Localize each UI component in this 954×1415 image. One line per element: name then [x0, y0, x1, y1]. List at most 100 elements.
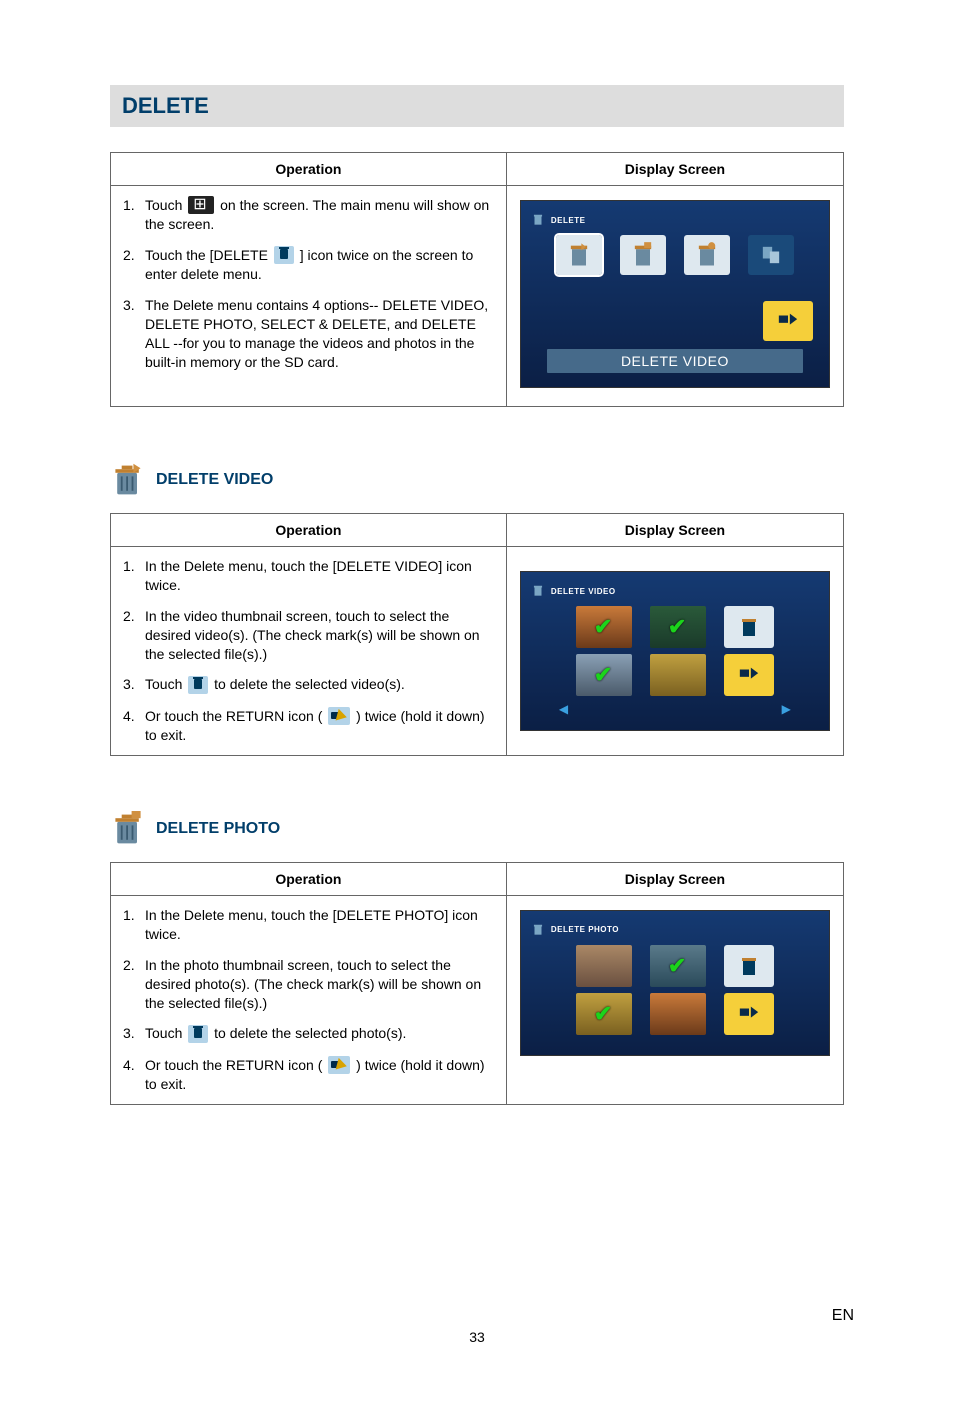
- trash-icon: [531, 213, 545, 227]
- select-delete-tile[interactable]: [684, 235, 730, 275]
- delete-operation-cell: 1. Touch on the screen. The main menu wi…: [111, 186, 507, 407]
- col-operation: Operation: [111, 514, 507, 547]
- screen-header: DELETE PHOTO: [531, 921, 819, 939]
- trash-video-icon: [110, 462, 146, 498]
- screen-caption: DELETE VIDEO: [547, 349, 803, 373]
- subheading-text: DELETE VIDEO: [156, 471, 273, 489]
- delete-photo-tile[interactable]: [620, 235, 666, 275]
- delete-video-tile[interactable]: [556, 235, 602, 275]
- photo-thumbnail[interactable]: [576, 993, 632, 1035]
- col-display-screen: Display Screen: [506, 153, 843, 186]
- step-text: Touch on the screen. The main menu will …: [145, 196, 494, 234]
- list-item: 3. Touch to delete the selected photo(s)…: [123, 1024, 494, 1043]
- page-number: 33: [110, 1329, 844, 1345]
- trash-video-icon: [565, 241, 593, 269]
- trash-icon: [737, 953, 761, 979]
- delete-all-tile[interactable]: [748, 235, 794, 275]
- trash-icon: [188, 676, 208, 694]
- return-button[interactable]: [724, 993, 774, 1035]
- video-thumbnail[interactable]: [650, 606, 706, 648]
- list-item: 3. Touch to delete the selected video(s)…: [123, 675, 494, 694]
- step-number: 3.: [123, 296, 145, 372]
- delete-photo-operation-cell: 1. In the Delete menu, touch the [DELETE…: [111, 895, 507, 1104]
- col-display-screen: Display Screen: [506, 514, 843, 547]
- trash-select-icon: [693, 241, 721, 269]
- delete-video-heading: DELETE VIDEO: [110, 462, 844, 498]
- return-icon: [328, 1056, 350, 1074]
- screen-header: DELETE: [531, 211, 819, 229]
- step-number: 3.: [123, 1024, 145, 1043]
- language-code: EN: [832, 1307, 854, 1325]
- step-number: 2.: [123, 246, 145, 284]
- delete-video-table: Operation Display Screen 1. In the Delet…: [110, 513, 844, 756]
- delete-photo-screen: DELETE PHOTO: [520, 910, 830, 1056]
- delete-photo-table: Operation Display Screen 1. In the Delet…: [110, 862, 844, 1105]
- video-thumbnail[interactable]: [650, 654, 706, 696]
- return-row: [531, 301, 819, 341]
- step-text: In the Delete menu, touch the [DELETE PH…: [145, 906, 494, 944]
- trash-icon: [737, 614, 761, 640]
- photo-thumbnail[interactable]: [650, 945, 706, 987]
- return-icon: [328, 707, 350, 725]
- subheading-text: DELETE PHOTO: [156, 820, 280, 838]
- delete-video-display-cell: DELETE VIDEO ◀: [506, 547, 843, 756]
- col-operation: Operation: [111, 862, 507, 895]
- screen-header: DELETE VIDEO: [531, 582, 819, 600]
- step-number: 1.: [123, 196, 145, 234]
- menu-row: [531, 235, 819, 275]
- thumb-row: [531, 654, 819, 696]
- next-arrow-icon[interactable]: ▶: [782, 702, 791, 716]
- screen-header-text: DELETE: [551, 216, 586, 225]
- step-text: In the video thumbnail screen, touch to …: [145, 607, 494, 664]
- return-button[interactable]: [724, 654, 774, 696]
- step-text: Touch to delete the selected photo(s).: [145, 1024, 494, 1043]
- step-number: 4.: [123, 707, 145, 745]
- delete-menu-screen: DELETE: [520, 200, 830, 388]
- step-number: 2.: [123, 956, 145, 1013]
- trash-icon: [531, 584, 545, 598]
- video-thumbnail[interactable]: [576, 606, 632, 648]
- list-item: 1. Touch on the screen. The main menu wi…: [123, 196, 494, 234]
- list-item: 2. In the video thumbnail screen, touch …: [123, 607, 494, 664]
- video-thumbnail[interactable]: [576, 654, 632, 696]
- trash-photo-icon: [629, 241, 657, 269]
- delete-selected-button[interactable]: [724, 945, 774, 987]
- step-text: Touch the [DELETE ] icon twice on the sc…: [145, 246, 494, 284]
- delete-display-cell: DELETE: [506, 186, 843, 407]
- col-operation: Operation: [111, 153, 507, 186]
- screen-header-text: DELETE VIDEO: [551, 587, 616, 596]
- trash-icon: [274, 246, 294, 264]
- return-icon: [736, 1003, 762, 1025]
- step-number: 2.: [123, 607, 145, 664]
- trash-photo-icon: [110, 811, 146, 847]
- screen-header-text: DELETE PHOTO: [551, 925, 619, 934]
- list-item: 4. Or touch the RETURN icon ( ) twice (h…: [123, 707, 494, 745]
- thumb-row: [531, 945, 819, 987]
- return-button[interactable]: [763, 301, 813, 341]
- list-item: 1. In the Delete menu, touch the [DELETE…: [123, 906, 494, 944]
- list-item: 2. In the photo thumbnail screen, touch …: [123, 956, 494, 1013]
- section-title-bar: DELETE: [110, 85, 844, 127]
- delete-table: Operation Display Screen 1. Touch on the…: [110, 152, 844, 407]
- step-number: 1.: [123, 557, 145, 595]
- step-text: In the Delete menu, touch the [DELETE VI…: [145, 557, 494, 595]
- list-item: 2. Touch the [DELETE ] icon twice on the…: [123, 246, 494, 284]
- delete-video-operation-cell: 1. In the Delete menu, touch the [DELETE…: [111, 547, 507, 756]
- step-number: 3.: [123, 675, 145, 694]
- return-icon: [775, 310, 801, 332]
- list-item: 1. In the Delete menu, touch the [DELETE…: [123, 557, 494, 595]
- delete-video-screen: DELETE VIDEO ◀: [520, 571, 830, 731]
- menu-icon: [188, 196, 214, 214]
- step-number: 4.: [123, 1056, 145, 1094]
- prev-arrow-icon[interactable]: ◀: [559, 702, 568, 716]
- delete-selected-button[interactable]: [724, 606, 774, 648]
- section-title: DELETE: [122, 93, 209, 118]
- thumb-row: [531, 993, 819, 1035]
- photo-thumbnail[interactable]: [576, 945, 632, 987]
- photo-thumbnail[interactable]: [650, 993, 706, 1035]
- delete-photo-heading: DELETE PHOTO: [110, 811, 844, 847]
- list-item: 4. Or touch the RETURN icon ( ) twice (h…: [123, 1056, 494, 1094]
- nav-arrows: ◀ ▶: [531, 702, 819, 716]
- return-icon: [736, 664, 762, 686]
- step-text: Touch to delete the selected video(s).: [145, 675, 494, 694]
